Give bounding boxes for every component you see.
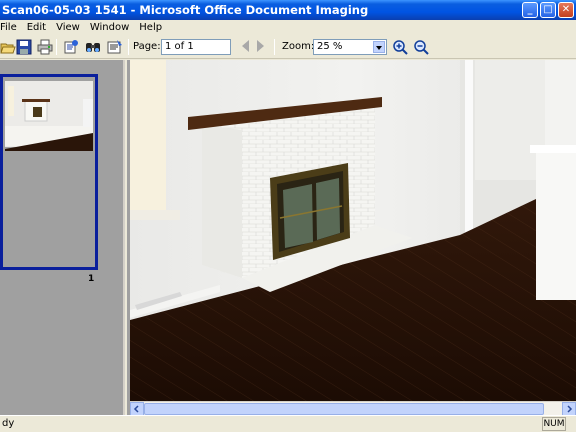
zoom-out-icon[interactable] <box>413 39 429 55</box>
close-button[interactable]: ✕ <box>558 2 574 18</box>
zoom-label: Zoom: <box>282 41 315 52</box>
page-number-field[interactable]: 1 of 1 <box>161 39 231 55</box>
window-title: Scan06-05-03 1541 - Microsoft Office Doc… <box>2 3 369 17</box>
zoom-select[interactable]: 25 % <box>313 39 387 55</box>
thumbnail-image <box>5 81 93 191</box>
toolbar-separator <box>274 39 275 55</box>
maximize-icon: □ <box>543 4 553 15</box>
page-label: Page: <box>133 41 161 52</box>
chevron-left-icon <box>133 405 139 413</box>
close-icon: ✕ <box>561 4 571 15</box>
maximize-button[interactable]: □ <box>540 2 556 18</box>
menu-help[interactable]: Help <box>139 20 162 35</box>
page-thumbnail-selected[interactable] <box>0 74 98 270</box>
zoom-value: 25 % <box>317 41 343 52</box>
save-icon[interactable] <box>16 39 32 55</box>
menu-file[interactable]: File <box>0 20 17 35</box>
previous-page-icon[interactable] <box>242 40 250 52</box>
minimize-button[interactable]: _ <box>522 2 538 18</box>
open-icon[interactable] <box>0 39 16 55</box>
send-to-word-icon[interactable] <box>63 39 79 55</box>
scrollbar-thumb[interactable] <box>144 403 544 415</box>
window-controls: _ □ ✕ <box>522 2 574 18</box>
print-icon[interactable] <box>37 39 53 55</box>
find-icon[interactable] <box>85 39 101 55</box>
next-page-icon[interactable] <box>256 40 264 52</box>
status-text: dy <box>2 418 15 429</box>
room-photo <box>130 60 576 401</box>
zoom-in-icon[interactable] <box>392 39 408 55</box>
thumbnail-page-number: 1 <box>88 274 95 284</box>
menu-bar: File Edit View Window Help <box>0 20 576 35</box>
title-bar[interactable]: Scan06-05-03 1541 - Microsoft Office Doc… <box>0 0 576 20</box>
chevron-down-icon[interactable] <box>373 41 385 53</box>
scroll-left-button[interactable] <box>130 402 144 416</box>
scanned-image <box>130 60 576 401</box>
menu-window[interactable]: Window <box>90 20 129 35</box>
toolbar-separator <box>128 39 129 55</box>
toolbar: Page: 1 of 1 Zoom: 25 % <box>0 35 576 59</box>
recognize-text-icon[interactable] <box>107 39 123 55</box>
num-lock-indicator: NUM <box>542 417 566 431</box>
chevron-right-icon <box>567 405 573 413</box>
status-bar: dy NUM <box>0 415 576 432</box>
menu-view[interactable]: View <box>56 20 80 35</box>
thumbnail-photo <box>5 81 93 191</box>
menu-edit[interactable]: Edit <box>27 20 46 35</box>
toolbar-separator <box>56 39 57 55</box>
horizontal-scrollbar[interactable] <box>130 401 576 416</box>
scroll-right-button[interactable] <box>562 402 576 416</box>
document-view[interactable] <box>127 60 576 416</box>
thumbnail-pane: 1 <box>0 60 125 415</box>
minimize-icon: _ <box>527 4 533 15</box>
